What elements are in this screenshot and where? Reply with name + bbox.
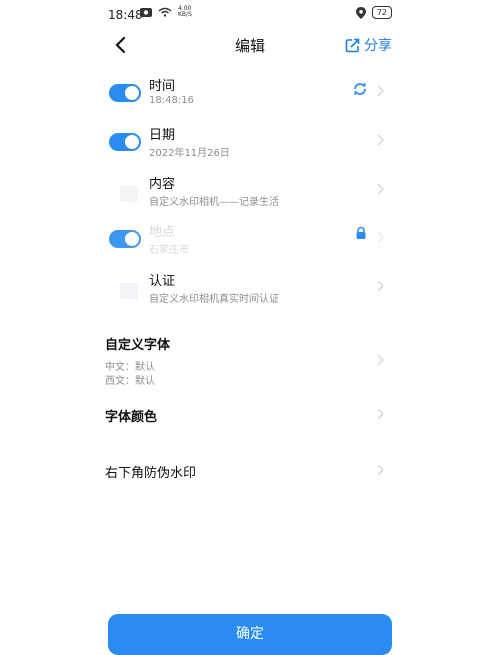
row-subtitle: 18:48:16 [149,95,194,106]
anti-fake-watermark-title: 右下角防伪水印 [105,466,197,481]
network-speed: 4.00 KB/S [178,5,192,18]
row-title: 地点 [149,225,176,240]
share-icon [345,38,360,52]
chevron-left-icon [115,36,126,54]
certification-placeholder-icon [120,283,138,299]
row-date[interactable]: 日期 2022年11月26日 [100,122,400,170]
location-icon [355,6,366,19]
font-color-title: 字体颜色 [105,410,158,425]
font-color-row[interactable]: 字体颜色 [105,406,395,428]
share-button[interactable]: 分享 [345,35,392,55]
share-label: 分享 [364,38,392,54]
anti-fake-watermark-row[interactable]: 右下角防伪水印 [105,462,395,484]
page-title: 编辑 [234,37,265,55]
camera-icon [140,8,152,17]
status-icons: 4.00 KB/S [140,6,192,18]
custom-font-title: 自定义字体 [105,338,171,353]
custom-font-section[interactable]: 自定义字体 中文：默认 西文：默认 [105,334,395,387]
row-subtitle: 自定义水印相机——记录生活 [149,197,279,208]
wifi-icon [158,7,172,17]
chinese-font-value: 中文：默认 [105,362,155,373]
chevron-right-icon [377,464,384,476]
row-subtitle: 2022年11月26日 [149,148,230,159]
chevron-right-icon [377,354,384,366]
row-title: 日期 [149,128,176,143]
status-right: 72 [355,6,392,19]
content-placeholder-icon [120,186,138,202]
row-content[interactable]: 内容 自定义水印相机——记录生活 [100,171,400,219]
row-time[interactable]: 时间 18:48:16 [100,73,400,121]
row-title: 认证 [149,274,176,289]
confirm-button[interactable]: 确定 [108,614,392,655]
chevron-right-icon [377,231,384,243]
chevron-right-icon [377,134,384,146]
row-subtitle: 石家庄市 [149,245,189,256]
chevron-right-icon [377,408,384,420]
refresh-icon[interactable] [352,81,368,97]
date-toggle[interactable] [109,133,141,151]
row-location[interactable]: 地点 石家庄市 [100,219,400,267]
western-font-value: 西文：默认 [105,376,155,387]
chevron-right-icon [377,85,384,97]
back-button[interactable] [112,35,132,55]
row-title: 时间 [149,79,176,94]
location-toggle[interactable] [109,230,141,248]
status-bar: 18:48 4.00 KB/S 72 [0,0,500,30]
chevron-right-icon [377,280,384,292]
row-title: 内容 [149,177,176,192]
header: 编辑 分享 [0,30,500,60]
row-certification[interactable]: 认证 自定义水印相机真实时间认证 [100,268,400,316]
lock-icon [356,226,366,239]
chevron-right-icon [377,183,384,195]
time-toggle[interactable] [109,84,141,102]
status-time: 18:48 [108,8,143,22]
row-subtitle: 自定义水印相机真实时间认证 [149,294,279,305]
battery-icon: 72 [371,6,392,19]
